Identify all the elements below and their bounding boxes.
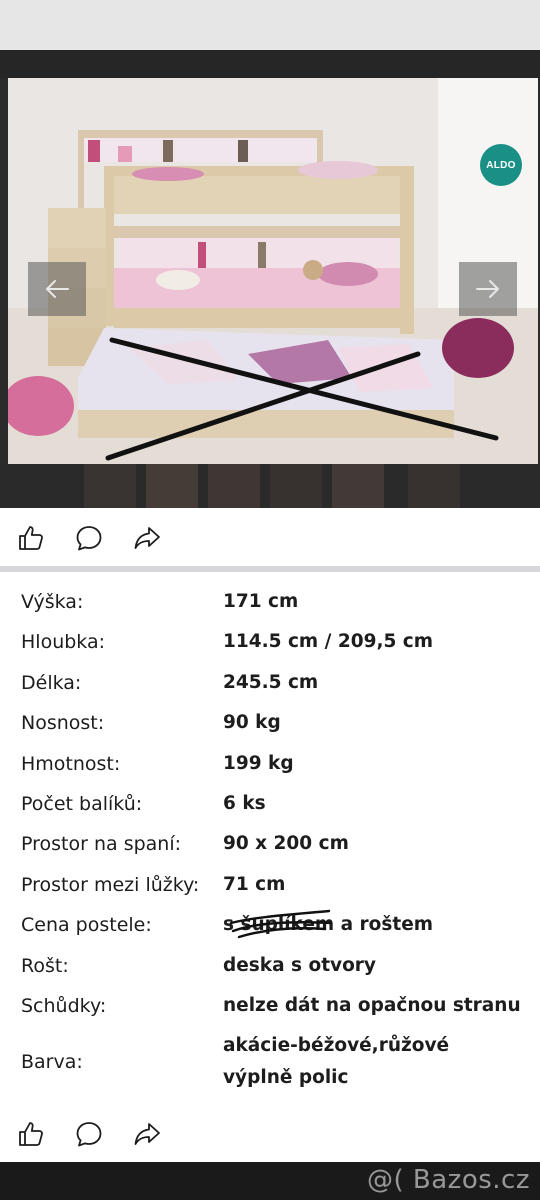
spec-label: Rošt: — [21, 955, 69, 977]
status-area — [0, 0, 540, 50]
spec-value: nelze dát na opačnou stranu — [223, 995, 521, 1016]
spec-label: Délka: — [21, 672, 82, 694]
like-button[interactable] — [16, 523, 46, 553]
spec-label: Výška: — [21, 591, 84, 613]
spec-row: Schůdky: nelze dát na opačnou stranu — [0, 990, 540, 1022]
gallery-top-bar — [0, 50, 540, 78]
thumbnail[interactable] — [270, 464, 322, 508]
speech-bubble-icon — [76, 1122, 102, 1147]
spec-row: Rošt: deska s otvory — [0, 950, 540, 982]
comment-button[interactable] — [74, 523, 104, 553]
spec-row: Prostor mezi lůžky: 71 cm — [0, 869, 540, 901]
thumbnail[interactable] — [208, 464, 260, 508]
spec-row: Hloubka: 114.5 cm / 209,5 cm — [0, 626, 540, 658]
like-button[interactable] — [16, 1119, 46, 1149]
spec-label: Hloubka: — [21, 631, 106, 653]
spec-label: Počet balíků: — [21, 793, 143, 815]
spec-value: 171 cm — [223, 591, 299, 612]
spec-value: 90 x 200 cm — [223, 833, 349, 854]
post-actions-top — [0, 513, 540, 563]
previous-image-button[interactable] — [28, 262, 86, 316]
speech-bubble-icon — [76, 526, 102, 551]
arrow-right-icon — [476, 280, 499, 298]
share-arrow-icon — [134, 1123, 160, 1145]
aldo-logo: ALDO — [480, 144, 522, 186]
spec-value: 114.5 cm / 209,5 cm — [223, 631, 434, 652]
thumbnail[interactable] — [84, 464, 136, 508]
spec-row: Cena postele: s šuplíkem a roštem — [0, 909, 540, 941]
spec-row: Hmotnost: 199 kg — [0, 748, 540, 780]
share-button[interactable] — [132, 1119, 162, 1149]
spec-label: Prostor na spaní: — [21, 833, 182, 855]
spec-value: 6 ks — [223, 793, 266, 814]
arrow-left-icon — [46, 280, 69, 298]
thumbnail-strip — [0, 464, 540, 508]
spec-label: Schůdky: — [21, 995, 107, 1017]
handwritten-strikethrough — [229, 909, 333, 939]
share-arrow-icon — [134, 527, 160, 549]
footer-bar: @( Bazos.cz — [0, 1162, 540, 1200]
thumbnail[interactable] — [408, 464, 460, 508]
thumbs-up-icon — [19, 1122, 43, 1146]
spec-row: Počet balíků: 6 ks — [0, 788, 540, 820]
spec-value: 199 kg — [223, 753, 294, 774]
share-button[interactable] — [132, 523, 162, 553]
spec-value: 71 cm — [223, 874, 286, 895]
thumbs-up-icon — [19, 526, 43, 550]
comment-button[interactable] — [74, 1119, 104, 1149]
post-actions-bottom — [0, 1109, 540, 1159]
bazos-watermark: @( Bazos.cz — [367, 1165, 530, 1195]
thumbnail[interactable] — [332, 464, 384, 508]
spec-label: Barva: — [21, 1051, 83, 1073]
spec-value: akácie-béžové,růžové výplně polic — [223, 1035, 450, 1088]
section-divider — [0, 566, 540, 572]
spec-label: Hmotnost: — [21, 753, 121, 775]
thumbnail[interactable] — [146, 464, 198, 508]
next-image-button[interactable] — [459, 262, 517, 316]
spec-value: 245.5 cm — [223, 672, 319, 693]
spec-row: Délka: 245.5 cm — [0, 667, 540, 699]
spec-row: Barva: akácie-béžové,růžové výplně polic — [0, 1030, 540, 1094]
spec-label: Nosnost: — [21, 712, 105, 734]
spec-row: Nosnost: 90 kg — [0, 707, 540, 739]
spec-label: Cena postele: — [21, 914, 152, 936]
spec-row: Výška: 171 cm — [0, 586, 540, 618]
spec-label: Prostor mezi lůžky: — [21, 874, 200, 896]
spec-value: 90 kg — [223, 712, 281, 733]
spec-row: Prostor na spaní: 90 x 200 cm — [0, 828, 540, 860]
spec-value: deska s otvory — [223, 955, 376, 976]
